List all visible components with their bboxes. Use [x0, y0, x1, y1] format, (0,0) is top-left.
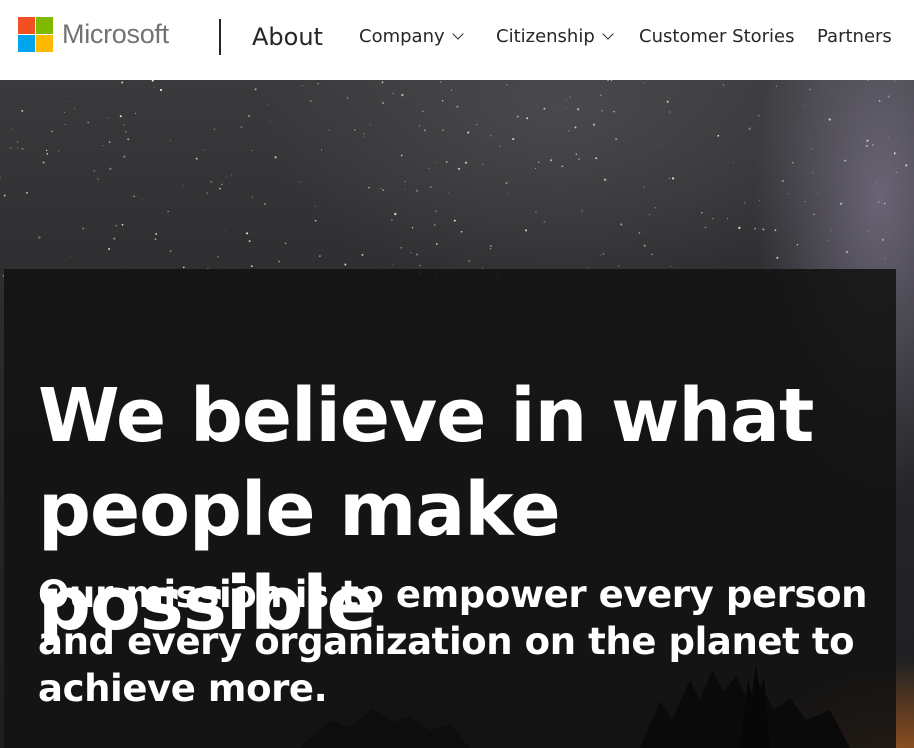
- microsoft-logo-icon: [18, 17, 53, 52]
- chevron-down-icon: [451, 28, 464, 40]
- microsoft-logo-link[interactable]: Microsoft: [18, 17, 169, 52]
- nav-customer-stories-label: Customer Stories: [639, 26, 795, 47]
- logo-square-yellow: [36, 35, 53, 52]
- nav-company[interactable]: Company: [359, 24, 464, 50]
- logo-square-green: [36, 17, 53, 34]
- nav-citizenship-label: Citizenship: [496, 26, 595, 47]
- nav-company-label: Company: [359, 26, 445, 47]
- header-divider: [219, 19, 221, 55]
- site-header: Microsoft About Company Citizenship Cust…: [0, 0, 914, 80]
- logo-square-red: [18, 17, 35, 34]
- brand-name: Microsoft: [62, 19, 169, 49]
- mission-statement: Our mission is to empower every person a…: [38, 573, 868, 710]
- logo-square-blue: [18, 35, 35, 52]
- nav-customer-stories[interactable]: Customer Stories: [639, 24, 795, 50]
- hero-banner: We believe in what people make possible …: [0, 80, 914, 748]
- nav-citizenship[interactable]: Citizenship: [496, 24, 614, 50]
- nav-partners-label: Partners: [817, 26, 892, 47]
- chevron-down-icon: [602, 28, 614, 40]
- nav-partners[interactable]: Partners: [817, 24, 892, 50]
- about-link[interactable]: About: [252, 20, 323, 54]
